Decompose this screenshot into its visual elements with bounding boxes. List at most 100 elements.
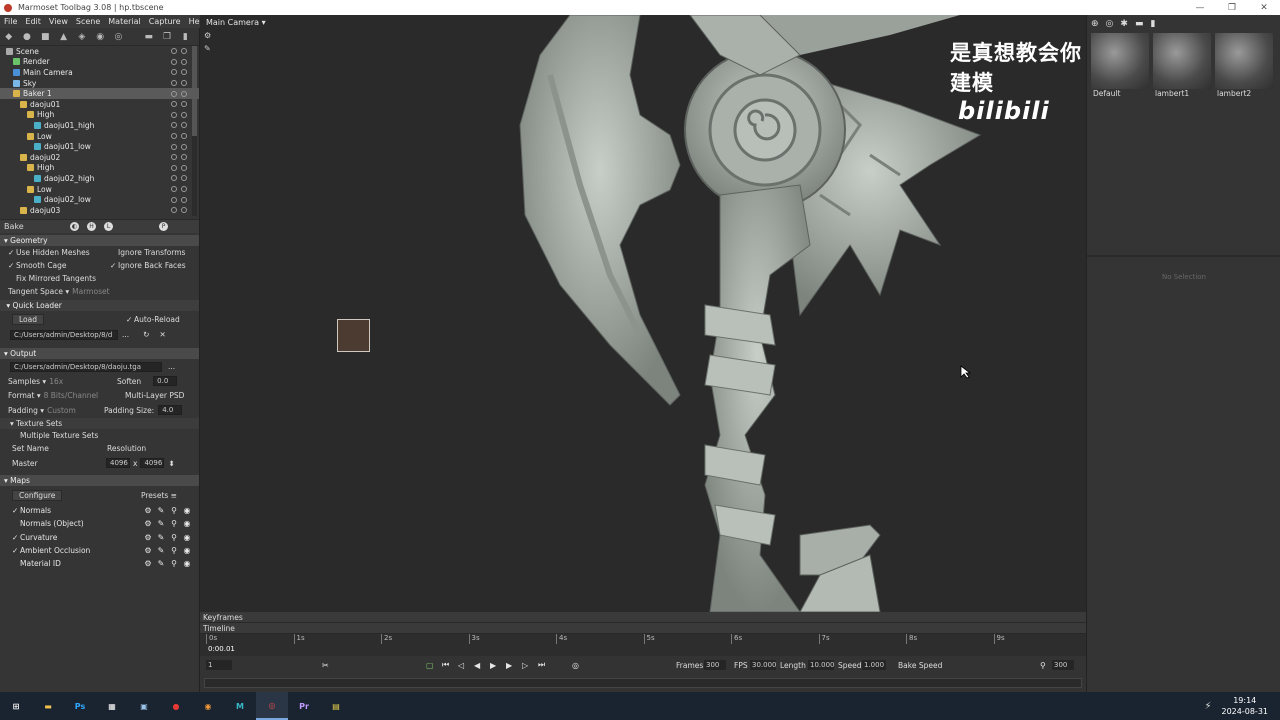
geometry-section[interactable]: ▾ Geometry: [0, 235, 199, 246]
map-checkbox[interactable]: ✓: [12, 533, 20, 542]
samples-dropdown[interactable]: ▾ 16x: [40, 377, 63, 386]
lock-icon[interactable]: [171, 90, 177, 97]
folder-icon[interactable]: ▬: [1135, 19, 1144, 29]
edit-icon[interactable]: ✎: [157, 559, 165, 568]
timeline-scrubber[interactable]: [204, 678, 1082, 688]
play-icon[interactable]: ▶: [490, 661, 496, 670]
menu-file[interactable]: File: [0, 17, 21, 26]
padding-dropdown[interactable]: ▾ Custom: [38, 406, 76, 415]
eye-icon[interactable]: [181, 58, 187, 65]
tree-node[interactable]: Low: [0, 184, 199, 195]
edit-icon[interactable]: ✎: [157, 546, 165, 555]
globe-icon[interactable]: ◎: [114, 32, 123, 42]
tree-node[interactable]: Render: [0, 57, 199, 68]
search-icon[interactable]: ⚲: [170, 506, 178, 515]
tree-node[interactable]: High: [0, 110, 199, 121]
high-toggle-icon[interactable]: H: [87, 222, 96, 231]
tree-node[interactable]: daoju03: [0, 205, 199, 216]
lock-icon[interactable]: [171, 143, 177, 150]
resolution-width-field[interactable]: 4096: [106, 458, 130, 468]
camera-dropdown[interactable]: Main Camera ▾: [200, 15, 266, 29]
tree-node[interactable]: daoju02_low: [0, 194, 199, 205]
material-tile[interactable]: lambert2: [1215, 33, 1273, 101]
ignore-back-faces-checkbox[interactable]: ✓: [110, 261, 118, 270]
keyframe-tool-icon[interactable]: ✂: [322, 661, 329, 670]
eye-icon[interactable]: [181, 186, 187, 193]
preview-icon[interactable]: ◉: [183, 546, 191, 555]
start-taskbar-button[interactable]: ⊞: [0, 692, 32, 720]
maya-taskbar-button[interactable]: M: [224, 692, 256, 720]
pick-tool-icon[interactable]: ✎: [204, 44, 213, 53]
window-taskbar-button[interactable]: ▣: [128, 692, 160, 720]
prev-key-icon[interactable]: ◁: [458, 661, 464, 670]
map-checkbox[interactable]: ✓: [12, 546, 20, 555]
tree-node[interactable]: Main Camera: [0, 67, 199, 78]
menu-scene[interactable]: Scene: [72, 17, 104, 26]
next-key-icon[interactable]: ▷: [522, 661, 528, 670]
task-view-taskbar-button[interactable]: ▦: [96, 692, 128, 720]
first-frame-icon[interactable]: ⏮: [442, 660, 449, 670]
notes-taskbar-button[interactable]: ▤: [320, 692, 352, 720]
material-tile[interactable]: lambert1: [1153, 33, 1211, 101]
lock-icon[interactable]: [171, 58, 177, 65]
settings-gear-icon[interactable]: ⚙: [204, 31, 213, 40]
turntable-icon[interactable]: ◎: [572, 661, 579, 670]
recorder-taskbar-button[interactable]: ●: [160, 692, 192, 720]
viewport[interactable]: Main Camera ▾ ⚙ ✎ 是真想教会你建模bilibili: [200, 15, 1086, 612]
lock-icon[interactable]: [171, 122, 177, 129]
refresh-icon[interactable]: ↻: [143, 330, 149, 339]
lock-icon[interactable]: [171, 154, 177, 161]
duplicate-icon[interactable]: ❐: [162, 32, 171, 42]
low-toggle-icon[interactable]: L: [104, 222, 113, 231]
link-icon[interactable]: ⚲: [1040, 661, 1046, 670]
search-icon[interactable]: ⚲: [170, 559, 178, 568]
timeline-header[interactable]: Timeline: [200, 623, 1086, 634]
fps-field[interactable]: 30.000: [750, 660, 777, 670]
remove-material-icon[interactable]: ✱: [1120, 19, 1128, 29]
padding-size-field[interactable]: 4.0: [158, 405, 183, 415]
maps-section[interactable]: ▾ Maps: [0, 475, 199, 486]
output-section[interactable]: ▾ Output: [0, 348, 199, 359]
quick-loader-browse-button[interactable]: ...: [122, 330, 129, 339]
lock-icon[interactable]: [171, 48, 177, 55]
eye-icon[interactable]: [181, 154, 187, 161]
camera-icon[interactable]: ■: [41, 32, 50, 42]
edit-icon[interactable]: ✎: [157, 506, 165, 515]
lock-icon[interactable]: [171, 175, 177, 182]
menu-material[interactable]: Material: [104, 17, 145, 26]
gear-icon[interactable]: ⚙: [144, 533, 152, 542]
eye-icon[interactable]: [181, 164, 187, 171]
clear-icon[interactable]: ✕: [159, 330, 165, 339]
tree-node[interactable]: Low: [0, 131, 199, 142]
eye-icon[interactable]: [181, 122, 187, 129]
baker-icon[interactable]: ◉: [95, 32, 104, 42]
search-icon[interactable]: ⚲: [170, 519, 178, 528]
next-frame-icon[interactable]: ▶: [506, 661, 512, 670]
tree-node[interactable]: Baker 1: [0, 88, 199, 99]
delete-material-icon[interactable]: ▮: [1150, 19, 1155, 29]
duplicate-material-icon[interactable]: ◎: [1106, 19, 1114, 29]
presets-dropdown[interactable]: Presets ≡: [141, 491, 177, 500]
tangent-space-dropdown[interactable]: ▾ Marmoset: [63, 287, 109, 296]
lock-icon[interactable]: [171, 164, 177, 171]
preview-icon[interactable]: P: [159, 222, 168, 231]
keyframes-header[interactable]: Keyframes: [200, 612, 1086, 623]
network-tray-icon[interactable]: ⚡: [1204, 701, 1211, 712]
smooth-cage-checkbox[interactable]: ✓: [8, 261, 16, 270]
add-material-icon[interactable]: ⊕: [1091, 19, 1099, 29]
menu-view[interactable]: View: [45, 17, 72, 26]
eye-icon[interactable]: [181, 207, 187, 214]
minimize-icon[interactable]: —: [1184, 3, 1216, 13]
tree-node[interactable]: daoju02: [0, 152, 199, 163]
multilayer-label[interactable]: Multi-Layer PSD: [125, 391, 184, 400]
tree-node[interactable]: daoju01: [0, 99, 199, 110]
file-explorer-taskbar-button[interactable]: ▬: [32, 692, 64, 720]
texture-sets-section[interactable]: ▾ Texture Sets: [0, 418, 199, 429]
tree-node[interactable]: Scene: [0, 46, 199, 57]
bake-speed-button[interactable]: Bake Speed: [898, 661, 942, 670]
frame-field[interactable]: 1: [206, 660, 232, 670]
search-icon[interactable]: ⚲: [170, 546, 178, 555]
light-icon[interactable]: ●: [22, 32, 31, 42]
preview-icon[interactable]: ◉: [183, 533, 191, 542]
bake-button-icon[interactable]: ◐: [70, 222, 79, 231]
